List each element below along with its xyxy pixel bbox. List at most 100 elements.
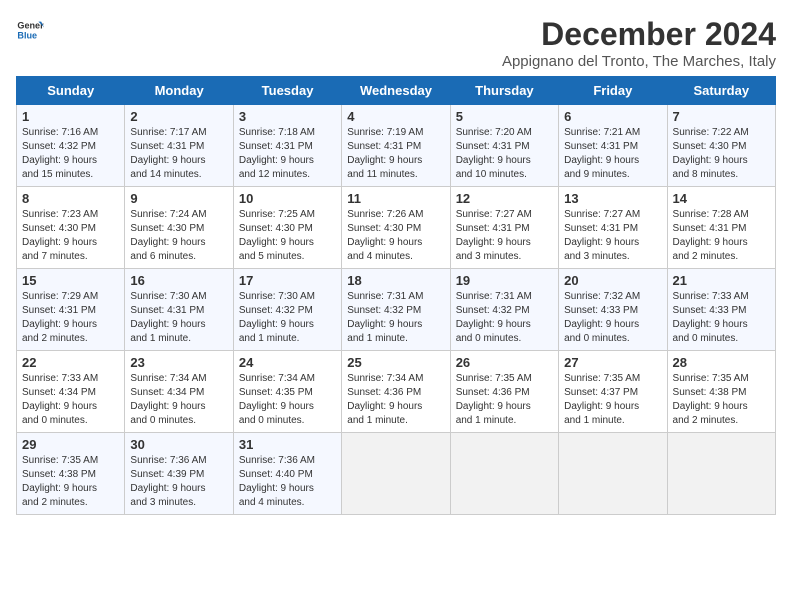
day-number: 8 — [22, 191, 119, 206]
day-info: Sunrise: 7:35 AM Sunset: 4:38 PM Dayligh… — [673, 372, 770, 428]
day-number: 1 — [22, 109, 119, 124]
calendar-day-cell: 25 Sunrise: 7:34 AM Sunset: 4:36 PM Dayli… — [342, 351, 450, 433]
calendar-week-row: 29Sunrise: 7:35 AM Sunset: 4:38 PM Dayli… — [17, 433, 776, 515]
header-monday: Monday — [125, 77, 233, 105]
calendar-day-cell: 7Sunrise: 7:22 AM Sunset: 4:30 PM Daylig… — [667, 105, 775, 187]
day-number: 6 — [564, 109, 661, 124]
day-info: Sunrise: 7:35 AM Sunset: 4:37 PM Dayligh… — [564, 372, 661, 428]
calendar-day-cell: 27 Sunrise: 7:35 AM Sunset: 4:37 PM Dayli… — [559, 351, 667, 433]
day-number: 14 — [673, 191, 770, 206]
day-info: Sunrise: 7:22 AM Sunset: 4:30 PM Dayligh… — [673, 126, 770, 182]
day-number: 15 — [22, 273, 119, 288]
calendar-day-cell — [342, 433, 450, 515]
day-info: Sunrise: 7:31 AM Sunset: 4:32 PM Dayligh… — [456, 290, 553, 346]
calendar-day-cell: 12 Sunrise: 7:27 AM Sunset: 4:31 PM Dayli… — [450, 187, 558, 269]
day-number: 19 — [456, 273, 553, 288]
day-info: Sunrise: 7:25 AM Sunset: 4:30 PM Dayligh… — [239, 208, 336, 264]
calendar-table: Sunday Monday Tuesday Wednesday Thursday… — [16, 76, 776, 515]
day-number: 30 — [130, 437, 227, 452]
day-number: 5 — [456, 109, 553, 124]
calendar-day-cell: 19 Sunrise: 7:31 AM Sunset: 4:32 PM Dayli… — [450, 269, 558, 351]
weekday-header-row: Sunday Monday Tuesday Wednesday Thursday… — [17, 77, 776, 105]
day-number: 12 — [456, 191, 553, 206]
day-info: Sunrise: 7:33 AM Sunset: 4:33 PM Dayligh… — [673, 290, 770, 346]
day-info: Sunrise: 7:19 AM Sunset: 4:31 PM Dayligh… — [347, 126, 444, 182]
day-info: Sunrise: 7:34 AM Sunset: 4:34 PM Dayligh… — [130, 372, 227, 428]
month-title: December 2024 — [502, 16, 776, 53]
calendar-day-cell: 23Sunrise: 7:34 AM Sunset: 4:34 PM Dayli… — [125, 351, 233, 433]
calendar-day-cell — [559, 433, 667, 515]
day-number: 9 — [130, 191, 227, 206]
calendar-day-cell: 9 Sunrise: 7:24 AM Sunset: 4:30 PM Daylig… — [125, 187, 233, 269]
day-number: 2 — [130, 109, 227, 124]
day-info: Sunrise: 7:35 AM Sunset: 4:38 PM Dayligh… — [22, 454, 119, 510]
day-info: Sunrise: 7:30 AM Sunset: 4:32 PM Dayligh… — [239, 290, 336, 346]
day-number: 21 — [673, 273, 770, 288]
day-info: Sunrise: 7:35 AM Sunset: 4:36 PM Dayligh… — [456, 372, 553, 428]
calendar-day-cell: 16Sunrise: 7:30 AM Sunset: 4:31 PM Dayli… — [125, 269, 233, 351]
header: General Blue December 2024 Appignano del… — [16, 16, 776, 70]
calendar-day-cell: 13Sunrise: 7:27 AM Sunset: 4:31 PM Dayli… — [559, 187, 667, 269]
calendar-day-cell: 18 Sunrise: 7:31 AM Sunset: 4:32 PM Dayli… — [342, 269, 450, 351]
day-info: Sunrise: 7:24 AM Sunset: 4:30 PM Dayligh… — [130, 208, 227, 264]
calendar-day-cell: 1 Sunrise: 7:16 AM Sunset: 4:32 PM Daylig… — [17, 105, 125, 187]
calendar-day-cell: 29Sunrise: 7:35 AM Sunset: 4:38 PM Dayli… — [17, 433, 125, 515]
day-number: 4 — [347, 109, 444, 124]
day-info: Sunrise: 7:28 AM Sunset: 4:31 PM Dayligh… — [673, 208, 770, 264]
header-thursday: Thursday — [450, 77, 558, 105]
logo-icon: General Blue — [16, 16, 44, 44]
day-number: 28 — [673, 355, 770, 370]
day-info: Sunrise: 7:34 AM Sunset: 4:35 PM Dayligh… — [239, 372, 336, 428]
day-number: 22 — [22, 355, 119, 370]
calendar-day-cell: 8 Sunrise: 7:23 AM Sunset: 4:30 PM Daylig… — [17, 187, 125, 269]
calendar-week-row: 15 Sunrise: 7:29 AM Sunset: 4:31 PM Dayli… — [17, 269, 776, 351]
day-number: 26 — [456, 355, 553, 370]
header-friday: Friday — [559, 77, 667, 105]
calendar-day-cell: 22 Sunrise: 7:33 AM Sunset: 4:34 PM Dayli… — [17, 351, 125, 433]
logo: General Blue — [16, 16, 44, 44]
calendar-day-cell: 26 Sunrise: 7:35 AM Sunset: 4:36 PM Dayli… — [450, 351, 558, 433]
day-info: Sunrise: 7:30 AM Sunset: 4:31 PM Dayligh… — [130, 290, 227, 346]
day-number: 24 — [239, 355, 336, 370]
title-area: December 2024 Appignano del Tronto, The … — [502, 16, 776, 70]
header-sunday: Sunday — [17, 77, 125, 105]
calendar-week-row: 1 Sunrise: 7:16 AM Sunset: 4:32 PM Daylig… — [17, 105, 776, 187]
day-number: 25 — [347, 355, 444, 370]
calendar-day-cell: 30 Sunrise: 7:36 AM Sunset: 4:39 PM Dayli… — [125, 433, 233, 515]
day-info: Sunrise: 7:27 AM Sunset: 4:31 PM Dayligh… — [456, 208, 553, 264]
day-info: Sunrise: 7:16 AM Sunset: 4:32 PM Dayligh… — [22, 126, 119, 182]
day-info: Sunrise: 7:29 AM Sunset: 4:31 PM Dayligh… — [22, 290, 119, 346]
day-info: Sunrise: 7:34 AM Sunset: 4:36 PM Dayligh… — [347, 372, 444, 428]
location-title: Appignano del Tronto, The Marches, Italy — [502, 53, 776, 70]
day-info: Sunrise: 7:21 AM Sunset: 4:31 PM Dayligh… — [564, 126, 661, 182]
header-wednesday: Wednesday — [342, 77, 450, 105]
day-number: 11 — [347, 191, 444, 206]
calendar-day-cell: 10Sunrise: 7:25 AM Sunset: 4:30 PM Dayli… — [233, 187, 341, 269]
calendar-day-cell — [667, 433, 775, 515]
calendar-day-cell: 31Sunrise: 7:36 AM Sunset: 4:40 PM Dayli… — [233, 433, 341, 515]
calendar-day-cell: 5Sunrise: 7:20 AM Sunset: 4:31 PM Daylig… — [450, 105, 558, 187]
calendar-day-cell: 21 Sunrise: 7:33 AM Sunset: 4:33 PM Dayli… — [667, 269, 775, 351]
day-info: Sunrise: 7:31 AM Sunset: 4:32 PM Dayligh… — [347, 290, 444, 346]
calendar-day-cell: 6 Sunrise: 7:21 AM Sunset: 4:31 PM Daylig… — [559, 105, 667, 187]
day-number: 27 — [564, 355, 661, 370]
day-number: 17 — [239, 273, 336, 288]
day-info: Sunrise: 7:26 AM Sunset: 4:30 PM Dayligh… — [347, 208, 444, 264]
day-number: 18 — [347, 273, 444, 288]
calendar-day-cell: 3Sunrise: 7:18 AM Sunset: 4:31 PM Daylig… — [233, 105, 341, 187]
day-info: Sunrise: 7:23 AM Sunset: 4:30 PM Dayligh… — [22, 208, 119, 264]
day-info: Sunrise: 7:27 AM Sunset: 4:31 PM Dayligh… — [564, 208, 661, 264]
calendar-day-cell: 15 Sunrise: 7:29 AM Sunset: 4:31 PM Dayli… — [17, 269, 125, 351]
calendar-day-cell: 2Sunrise: 7:17 AM Sunset: 4:31 PM Daylig… — [125, 105, 233, 187]
calendar-day-cell: 20 Sunrise: 7:32 AM Sunset: 4:33 PM Dayli… — [559, 269, 667, 351]
day-number: 20 — [564, 273, 661, 288]
day-info: Sunrise: 7:36 AM Sunset: 4:39 PM Dayligh… — [130, 454, 227, 510]
calendar-day-cell: 24 Sunrise: 7:34 AM Sunset: 4:35 PM Dayli… — [233, 351, 341, 433]
calendar-day-cell: 28 Sunrise: 7:35 AM Sunset: 4:38 PM Dayli… — [667, 351, 775, 433]
svg-text:Blue: Blue — [17, 30, 37, 40]
calendar-day-cell — [450, 433, 558, 515]
day-info: Sunrise: 7:33 AM Sunset: 4:34 PM Dayligh… — [22, 372, 119, 428]
day-number: 3 — [239, 109, 336, 124]
day-info: Sunrise: 7:32 AM Sunset: 4:33 PM Dayligh… — [564, 290, 661, 346]
calendar-day-cell: 14 Sunrise: 7:28 AM Sunset: 4:31 PM Dayli… — [667, 187, 775, 269]
